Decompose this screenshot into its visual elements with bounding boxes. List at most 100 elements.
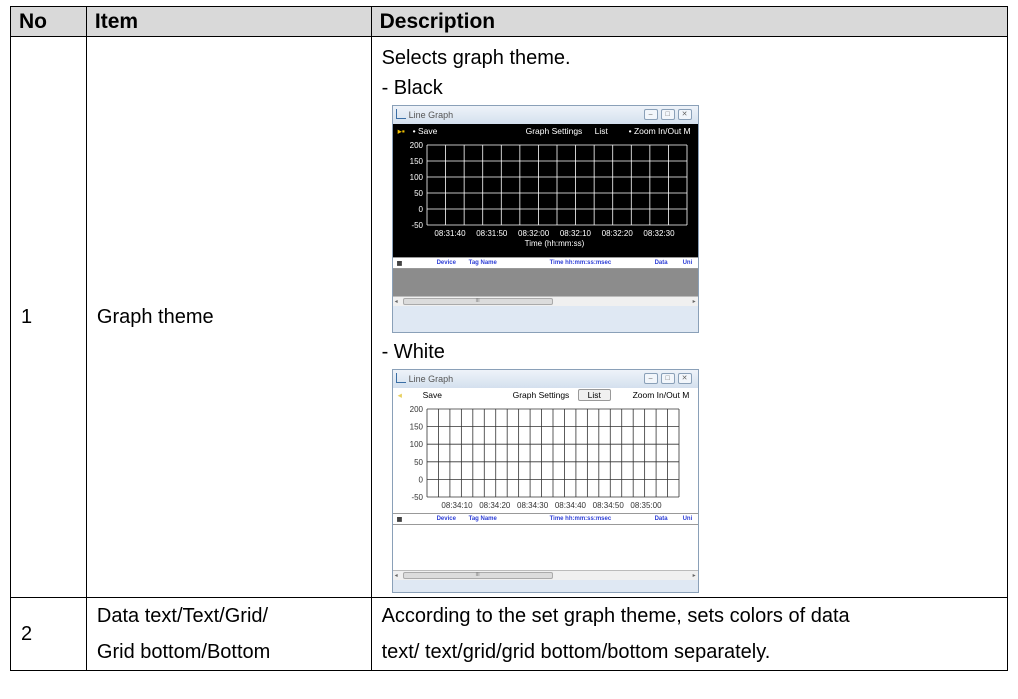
header-description: Description — [370, 6, 1009, 37]
zoom-button: Zoom In/Out M — [632, 390, 690, 400]
table-row-2: 2 Data text/Text/Grid/ Grid bottom/Botto… — [10, 597, 1009, 671]
black-theme-label: - Black — [381, 77, 443, 99]
graph-settings-button: Graph Settings — [525, 126, 583, 136]
list-header: ▦ Device Tag Name Time hh:mm:ss:msec Dat… — [392, 513, 698, 525]
black-theme-screenshot: Line Graph – □ ✕ ▸▪ • Save Graph Setting… — [391, 105, 699, 333]
x-tick-label: 08:34:30 — [517, 501, 549, 510]
list-body: ◂ III ▸ — [392, 525, 698, 580]
column-unit: Uni — [682, 516, 693, 522]
x-tick-label: 08:32:30 — [643, 229, 675, 238]
y-tick-label: 50 — [414, 189, 423, 198]
y-tick-label: 150 — [409, 157, 423, 166]
close-icon: ✕ — [677, 109, 692, 120]
item-line-1: Data text/Text/Grid/ — [96, 605, 269, 627]
x-tick-label: 08:34:40 — [554, 501, 586, 510]
x-tick-label: 08:31:40 — [434, 229, 466, 238]
x-axis-title: Time (hh:mm:ss) — [524, 239, 584, 248]
window-titlebar: Line Graph – □ ✕ — [392, 370, 698, 388]
y-tick-label: 100 — [409, 173, 423, 182]
column-tag-name: Tag Name — [468, 260, 497, 266]
x-tick-label: 08:34:10 — [441, 501, 473, 510]
row-description: According to the set graph theme, sets c… — [370, 597, 1009, 671]
line-graph-icon — [395, 373, 406, 383]
graph-settings-button: Graph Settings — [512, 390, 570, 400]
item-line-2: Grid bottom/Bottom — [96, 641, 271, 663]
row-item: Data text/Text/Grid/ Grid bottom/Bottom — [85, 597, 372, 671]
minimize-icon: – — [643, 373, 658, 384]
table-row-1: 1 Graph theme Selects graph theme. - Bla… — [10, 36, 1009, 598]
y-tick-label: 150 — [409, 423, 423, 432]
scroll-left-icon: ◂ — [394, 299, 398, 305]
maximize-icon: □ — [660, 109, 675, 120]
header-row: No Item Description — [10, 6, 1009, 37]
white-plot-area: 200 150 100 50 0 -50 08:34:10 08:34:20 08:34:30 0… — [392, 403, 698, 513]
column-time: Time hh:mm:ss:msec — [549, 260, 612, 266]
toolbar-arrow-icon: ▸▪ — [397, 126, 405, 136]
window-title: Line Graph — [408, 110, 454, 120]
list-body: ◂ III ▸ — [392, 269, 698, 306]
y-tick-label: -50 — [411, 221, 423, 230]
y-tick-label: 0 — [418, 205, 423, 214]
column-tag-name: Tag Name — [468, 516, 497, 522]
scroll-left-icon: ◂ — [394, 573, 398, 579]
column-device: Device — [436, 516, 456, 522]
scroll-thumb: III — [402, 572, 553, 579]
horizontal-scrollbar: ◂ III ▸ — [392, 570, 698, 580]
x-tick-label: 08:34:20 — [479, 501, 511, 510]
scroll-right-icon: ▸ — [692, 573, 696, 579]
row-number: 2 — [10, 597, 87, 671]
x-tick-label: 08:32:00 — [518, 229, 550, 238]
y-tick-label: 100 — [409, 440, 423, 449]
horizontal-scrollbar: ◂ III ▸ — [392, 296, 698, 306]
close-icon: ✕ — [677, 373, 692, 384]
column-data: Data — [654, 516, 668, 522]
save-button: • Save — [412, 126, 438, 136]
column-unit: Uni — [682, 260, 693, 266]
row-item: Graph theme — [85, 36, 372, 598]
header-item: Item — [85, 6, 372, 37]
graph-toolbar: ▸▪ • Save Graph Settings List • Zoom In/… — [392, 124, 698, 139]
x-tick-label: 08:34:50 — [592, 501, 624, 510]
maximize-icon: □ — [660, 373, 675, 384]
window-buttons: – □ ✕ — [643, 373, 692, 384]
y-tick-label: -50 — [411, 493, 423, 502]
scroll-right-icon: ▸ — [692, 299, 696, 305]
toolbar-arrow-icon: ◂ — [397, 390, 402, 400]
y-tick-label: 50 — [414, 458, 423, 467]
y-tick-label: 200 — [409, 141, 423, 150]
description-table: No Item Description 1 Graph theme Select… — [10, 6, 1009, 671]
line-graph-icon — [395, 109, 406, 119]
black-plot-area: 200 150 100 50 0 -50 08:31:40 08:31:50 08:32:00 0… — [392, 139, 698, 257]
graph-toolbar: ◂ Save Graph Settings List Zoom In/Out M — [392, 388, 698, 403]
description-line-1: According to the set graph theme, sets c… — [381, 605, 850, 627]
black-graph: 200 150 100 50 0 -50 08:31:40 08:31:50 08:32:00 0… — [409, 141, 687, 248]
description-intro: Selects graph theme. — [381, 47, 571, 69]
description-line-2: text/ text/grid/grid bottom/bottom separ… — [381, 641, 771, 663]
window-buttons: – □ ✕ — [643, 109, 692, 120]
list-icon: ▦ — [396, 517, 403, 523]
y-tick-label: 0 — [418, 475, 423, 484]
header-no: No — [10, 6, 87, 37]
list-button: List — [594, 126, 608, 136]
save-button: Save — [422, 390, 442, 400]
x-tick-label: 08:35:00 — [630, 501, 662, 510]
x-tick-label: 08:31:50 — [476, 229, 508, 238]
row-description: Selects graph theme. - Black Line Graph … — [370, 36, 1009, 598]
list-icon: ▦ — [396, 261, 403, 267]
white-theme-label: - White — [381, 341, 445, 363]
zoom-button: • Zoom In/Out M — [628, 126, 691, 136]
column-time: Time hh:mm:ss:msec — [549, 516, 612, 522]
row-number: 1 — [10, 36, 87, 598]
list-header: ▦ Device Tag Name Time hh:mm:ss:msec Dat… — [392, 257, 698, 269]
x-tick-label: 08:32:20 — [601, 229, 633, 238]
scroll-thumb: III — [402, 298, 553, 305]
y-tick-label: 200 — [409, 405, 423, 414]
minimize-icon: – — [643, 109, 658, 120]
window-titlebar: Line Graph – □ ✕ — [392, 106, 698, 124]
list-button: List — [577, 389, 611, 401]
white-graph: 200 150 100 50 0 -50 08:34:10 08:34:20 08:34:30 0… — [409, 405, 679, 510]
x-tick-label: 08:32:10 — [559, 229, 591, 238]
column-device: Device — [436, 260, 456, 266]
white-theme-screenshot: Line Graph – □ ✕ ◂ Save Graph Settings L… — [391, 369, 699, 593]
column-data: Data — [654, 260, 668, 266]
